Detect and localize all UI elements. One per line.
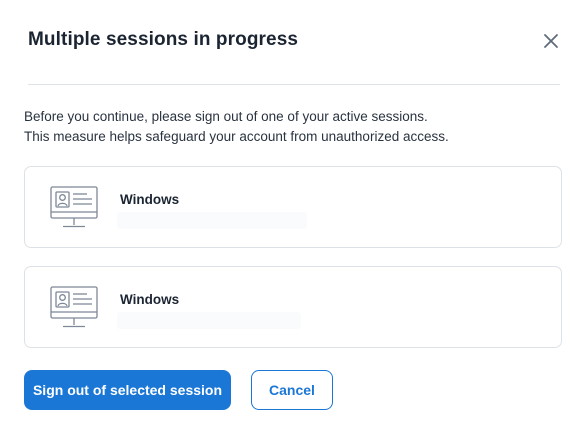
- computer-monitor-icon: [49, 185, 101, 231]
- sessions-dialog: Multiple sessions in progress Before you…: [0, 0, 588, 424]
- session-name: Windows: [120, 292, 180, 307]
- computer-monitor-icon: [49, 285, 101, 331]
- session-details-placeholder: [117, 212, 307, 229]
- dialog-title: Multiple sessions in progress: [28, 29, 299, 50]
- description-line-2: This measure helps safeguard your accoun…: [24, 129, 449, 144]
- session-details-placeholder: [117, 312, 301, 329]
- session-card-1[interactable]: Windows: [24, 166, 562, 248]
- sign-out-selected-session-button[interactable]: Sign out of selected session: [24, 370, 231, 410]
- close-icon[interactable]: [540, 30, 562, 52]
- session-card-2[interactable]: Windows: [24, 266, 562, 348]
- dialog-description: Before you continue, please sign out of …: [24, 107, 449, 147]
- header-divider: [28, 84, 560, 85]
- session-name: Windows: [120, 192, 180, 207]
- cancel-button[interactable]: Cancel: [251, 370, 333, 410]
- description-line-1: Before you continue, please sign out of …: [24, 109, 428, 124]
